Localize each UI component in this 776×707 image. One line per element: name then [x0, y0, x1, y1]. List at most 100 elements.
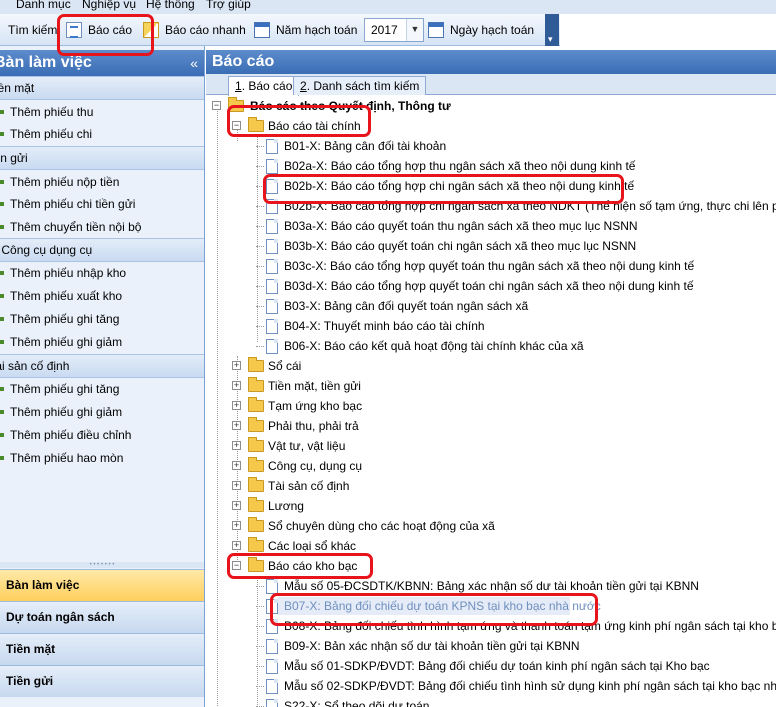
expand-icon[interactable]: + — [232, 461, 241, 470]
tree-line — [256, 646, 264, 647]
bullet-icon — [0, 271, 4, 275]
report-document-icon — [266, 339, 278, 354]
tree-node-label: B06-X: Báo cáo kết quả hoạt động tài chí… — [284, 339, 584, 353]
link-label: Thêm phiếu xuất kho — [10, 289, 123, 303]
group-fixed-assets[interactable]: Tài sản cố định — [0, 354, 204, 378]
tree-node-label: Tạm ứng kho bạc — [268, 399, 363, 413]
folder-icon — [248, 357, 264, 372]
report-button[interactable]: Báo cáo — [66, 14, 132, 46]
nav-label: Tiền gửi — [6, 674, 54, 688]
folder-icon — [248, 477, 264, 492]
collapse-icon[interactable]: − — [232, 561, 241, 570]
report-document-icon — [266, 259, 278, 274]
toolbar: Tìm kiếm Báo cáo Báo cáo nhanh Năm hạch … — [0, 14, 560, 46]
tab-search-list[interactable]: 2. Danh sách tìm kiếm — [293, 76, 427, 95]
group-cash[interactable]: Tiền mặt — [0, 76, 204, 100]
tree-node-label: B02b-X: Báo cáo tổng hợp chi ngân sách x… — [284, 179, 635, 193]
collapse-icon[interactable]: « — [190, 50, 198, 76]
group-deposit-title: Tiền gửi — [0, 151, 28, 165]
report-document-icon — [266, 139, 278, 154]
link-label: Thêm phiếu điều chỉnh — [10, 428, 132, 442]
fiscal-year-label-item: Năm hạch toán — [254, 14, 357, 46]
report-tree: − Báo cáo theo Quyết định, Thông tư − Bá… — [206, 96, 776, 707]
expand-icon[interactable]: + — [232, 421, 241, 430]
report-label: Báo cáo — [88, 23, 133, 37]
search-button[interactable]: Tìm kiếm — [8, 14, 57, 46]
panel-splitter[interactable]: • • • • • • • — [0, 562, 204, 568]
calendar-icon — [428, 22, 444, 38]
tree-node-label: Báo cáo tài chính — [268, 119, 361, 133]
menu-nghiep-vu[interactable]: Nghiệp vụ — [82, 0, 136, 11]
tree-node-label: Mẫu số 02-SDKP/ĐVDT: Bảng đối chiếu tình… — [284, 679, 776, 693]
report-document-icon — [266, 299, 278, 314]
tree-node-label: B04-X: Thuyết minh báo cáo tài chính — [284, 319, 485, 333]
quick-report-button[interactable]: Báo cáo nhanh — [143, 14, 246, 46]
tab-label: . Danh sách tìm kiếm — [306, 79, 420, 93]
tree-node-label: Lương — [268, 499, 304, 513]
expand-icon[interactable]: + — [232, 381, 241, 390]
link-label: Thêm phiếu chi — [10, 127, 93, 141]
expand-icon[interactable]: + — [232, 501, 241, 510]
nav-deposit[interactable]: Tiền gửi — [0, 665, 204, 697]
menu-danh-muc[interactable]: Danh mục — [16, 0, 71, 11]
report-panel: Báo cáo 1. Báo cáo 2. Danh sách tìm kiếm… — [206, 46, 776, 707]
link-label: Thêm chuyển tiền nội bộ — [10, 220, 142, 234]
nav-budget[interactable]: Dự toán ngân sách — [0, 601, 204, 633]
collapse-icon[interactable]: − — [232, 121, 241, 130]
report-document-icon — [266, 659, 278, 674]
tree-line — [256, 166, 264, 167]
tree-node-label: Mẫu số 05-ĐCSDTK/KBNN: Bảng xác nhận số … — [284, 579, 699, 593]
folder-icon — [248, 417, 264, 432]
expand-icon[interactable]: + — [232, 401, 241, 410]
tree-line — [256, 346, 264, 347]
tree-node-label: B03-X: Bảng cân đối quyết toán ngân sách… — [284, 299, 529, 313]
link-label: Thêm phiếu thu — [10, 105, 94, 119]
report-document-icon — [266, 579, 278, 594]
collapse-icon[interactable]: − — [212, 101, 221, 110]
link-label: Thêm phiếu ghi tăng — [10, 312, 120, 326]
menu-he-thong[interactable]: Hệ thống — [146, 0, 195, 11]
tree-line — [256, 286, 264, 287]
bullet-icon — [0, 110, 4, 114]
bullet-icon — [0, 294, 4, 298]
tree-node-label: Báo cáo theo Quyết định, Thông tư — [250, 99, 451, 113]
tree-node-label: Các loại sổ khác — [268, 539, 357, 553]
report-document-icon — [266, 679, 278, 694]
group-supplies[interactable]: Vật tư, Công cụ dụng cụ — [0, 238, 204, 262]
expand-icon[interactable]: + — [232, 481, 241, 490]
fiscal-year-select[interactable]: 2017 ▼ — [364, 18, 424, 42]
expand-icon[interactable]: + — [232, 521, 241, 530]
folder-icon — [248, 537, 264, 552]
expand-icon[interactable]: + — [232, 441, 241, 450]
tree-node-label: S22-X: Sổ theo dõi dự toán — [284, 699, 430, 707]
tree-line — [256, 326, 264, 327]
tree-line — [256, 226, 264, 227]
posting-date-button[interactable]: Ngày hạch toán — [428, 14, 534, 46]
tab-reports[interactable]: 1. Báo cáo — [228, 76, 300, 96]
bullet-icon — [0, 180, 4, 184]
tree-node-label: B07-X: Bảng đối chiếu dự toán KPNS tại k… — [284, 599, 601, 613]
chevron-down-icon[interactable]: ▼ — [406, 19, 423, 41]
tree-line — [256, 146, 264, 147]
group-deposit[interactable]: Tiền gửi — [0, 146, 204, 170]
expand-icon[interactable]: + — [232, 361, 241, 370]
nav-workspace[interactable]: Bàn làm việc — [0, 569, 204, 601]
report-document-icon — [266, 279, 278, 294]
report-header: Báo cáo — [206, 50, 776, 74]
report-document-icon — [266, 159, 278, 174]
nav-label: Bàn làm việc — [6, 578, 80, 592]
bullet-icon — [0, 132, 4, 136]
folder-icon — [248, 377, 264, 392]
menu-tro-giup[interactable]: Trợ giúp — [206, 0, 251, 11]
tree-node-label: Tiền mặt, tiền gửi — [268, 379, 361, 393]
nav-cash[interactable]: Tiền mặt — [0, 633, 204, 665]
toolbar-overflow-button[interactable] — [545, 14, 559, 46]
tab-key: 2 — [300, 79, 307, 93]
bullet-icon — [0, 340, 4, 344]
tree-node-label: B03d-X: Báo cáo tổng hợp quyết toán chi … — [284, 279, 694, 293]
expand-icon[interactable]: + — [232, 541, 241, 550]
folder-icon — [248, 517, 264, 532]
folder-icon — [248, 557, 264, 572]
tree-node-label: B02a-X: Báo cáo tổng hợp thu ngân sách x… — [284, 159, 636, 173]
group-supplies-title: Vật tư, Công cụ dụng cụ — [0, 243, 93, 257]
